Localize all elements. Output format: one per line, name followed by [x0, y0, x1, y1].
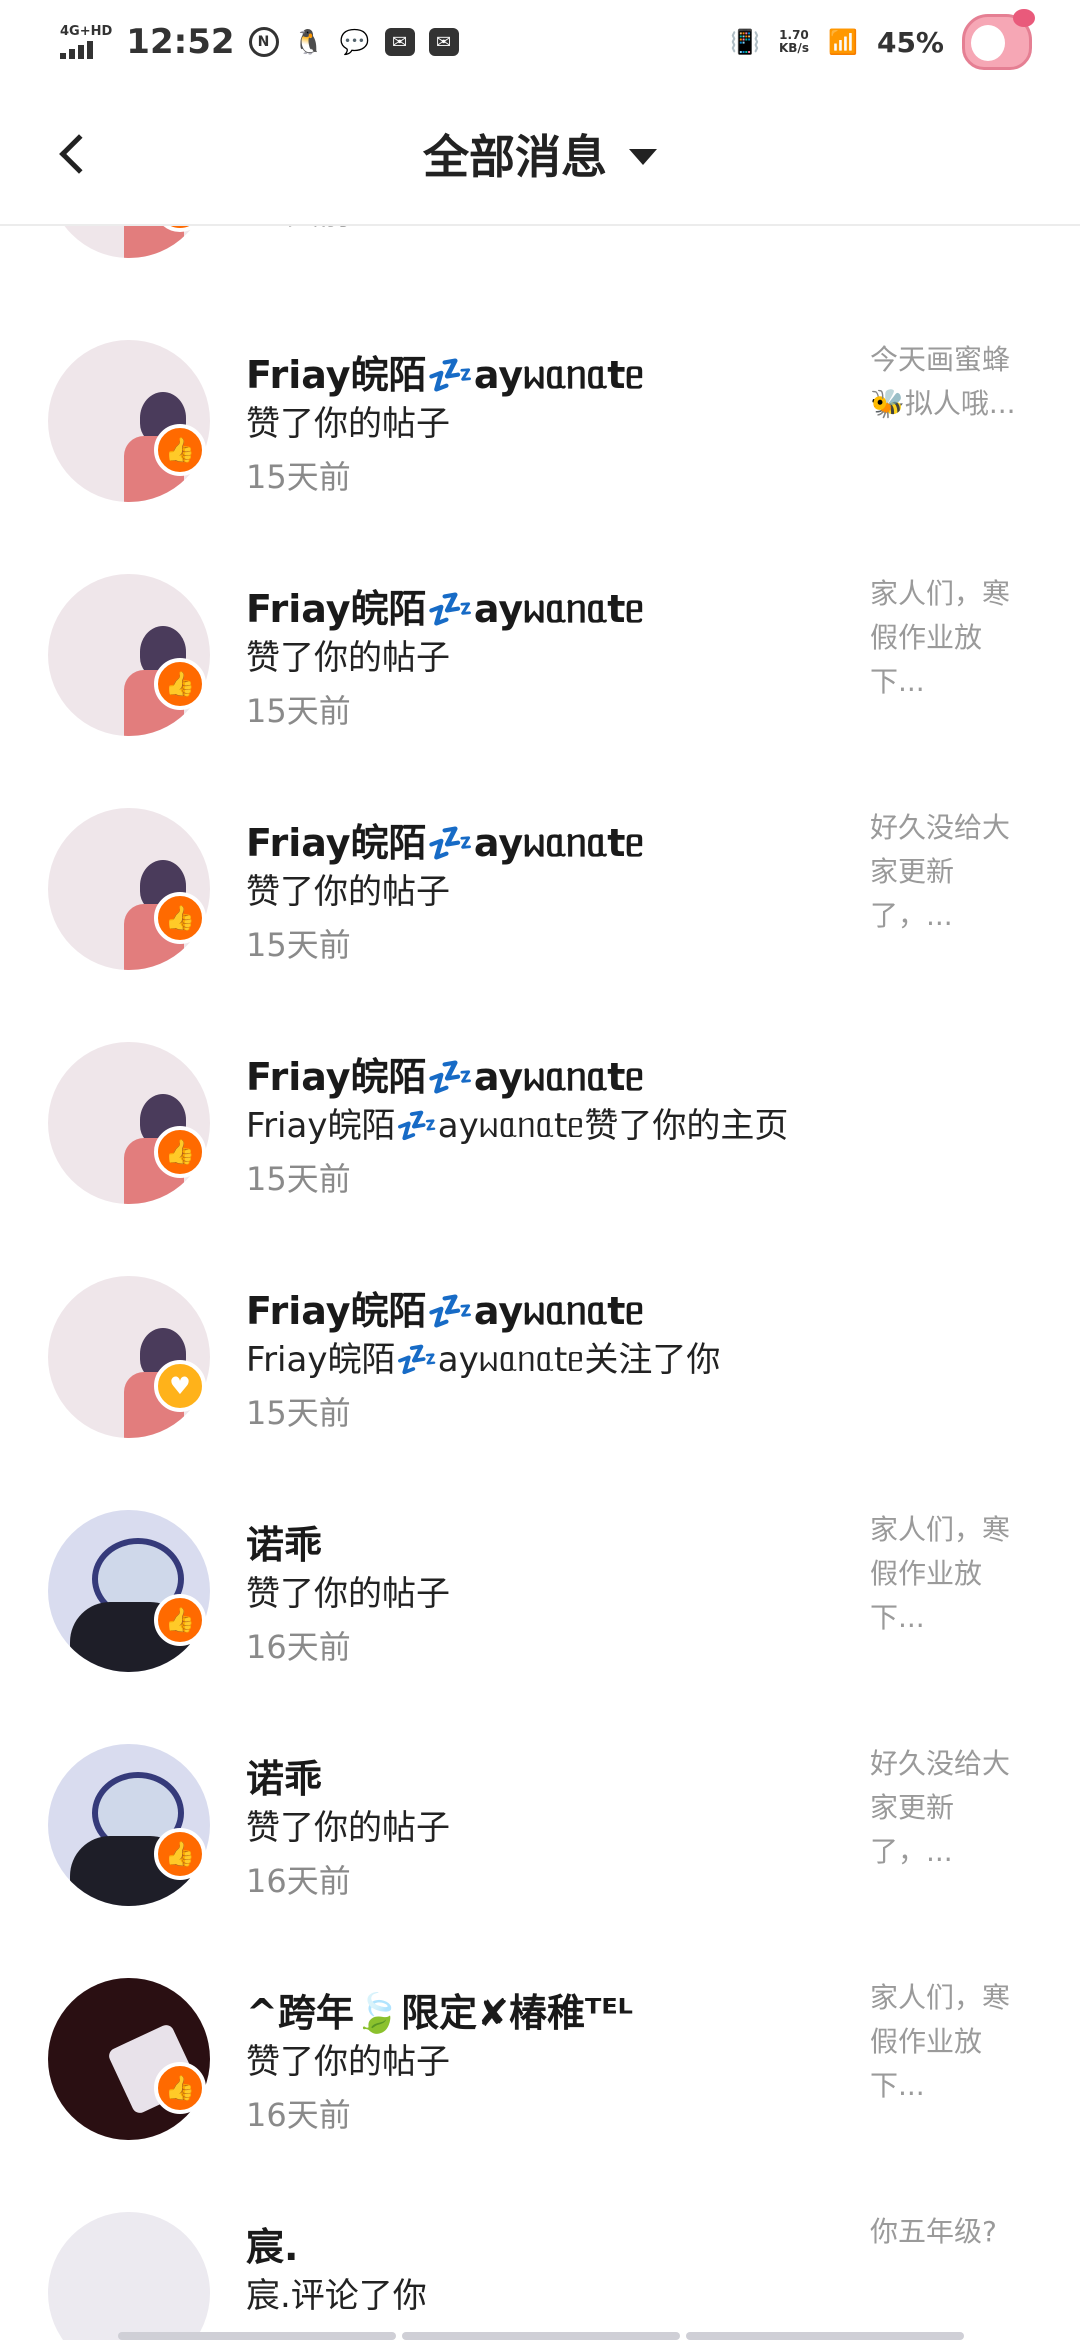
heart-icon: ♥: [154, 1360, 206, 1412]
vibrate-icon: 📳: [730, 28, 760, 56]
like-icon: 👍: [154, 892, 206, 944]
time-ago: 16天前: [246, 1628, 351, 1666]
chevron-left-icon: [59, 134, 99, 174]
mail-icon: ✉: [428, 28, 459, 56]
nfc-icon: N: [248, 27, 279, 57]
action-text: 赞了你的帖子: [246, 1808, 450, 1848]
post-preview[interactable]: 今天画蜜蜂🐝拟人哦...: [870, 338, 1030, 426]
post-preview[interactable]: 家人们，寒假作业放下...: [870, 572, 1030, 704]
status-bar: 4G+HD 12:52 N 🐧 💬 ✉ ✉ 📳 1.70 KB/s 📶 45%: [0, 0, 1080, 84]
post-preview[interactable]: 好久没给大家更新了，...: [870, 806, 1030, 938]
time-ago: 16天前: [246, 2096, 351, 2134]
user-name[interactable]: Friay皖陌💤ayᥕᥲᥒᥲtᥱ: [246, 344, 644, 399]
user-name[interactable]: ^跨年🍃限定✘椿稚ᵀᴱᴸ: [246, 1982, 633, 2037]
action-text: 赞了你的帖子: [246, 404, 450, 444]
avatar[interactable]: [48, 808, 210, 970]
back-button[interactable]: [44, 124, 104, 184]
list-item[interactable]: 👍 诺乖 赞了你的帖子 16天前 好久没给大家更新了，...: [0, 1744, 1080, 1978]
avatar[interactable]: [48, 574, 210, 736]
user-name[interactable]: Friay皖陌💤ayᥕᥲᥒᥲtᥱ: [246, 1046, 644, 1101]
like-icon: 👍: [154, 1594, 206, 1646]
time-ago: 15天前: [246, 1394, 351, 1432]
user-name[interactable]: Friay皖陌💤ayᥕᥲᥒᥲtᥱ: [246, 1280, 644, 1335]
post-preview[interactable]: 好久没给大家更新了，...: [870, 1742, 1030, 1874]
scroll-indicator: [118, 2332, 964, 2340]
time-ago: 15天前: [246, 926, 351, 964]
action-text: 赞了你的帖子: [246, 2042, 450, 2082]
user-name[interactable]: 诺乖: [246, 1748, 322, 1803]
action-text: Friay皖陌💤ayᥕᥲᥒᥲtᥱ赞了你的主页: [246, 1106, 789, 1146]
list-item[interactable]: 👍 诺乖 赞了你的帖子 16天前 家人们，寒假作业放下...: [0, 1510, 1080, 1744]
time-ago: 15天前: [246, 1160, 351, 1198]
avatar[interactable]: [48, 1510, 210, 1672]
avatar[interactable]: [48, 1042, 210, 1204]
list-item[interactable]: 👍 ^跨年🍃限定✘椿稚ᵀᴱᴸ 赞了你的帖子 16天前 家人们，寒假作业放下...: [0, 1978, 1080, 2212]
caret-down-icon: [629, 149, 657, 165]
message-filter-dropdown[interactable]: 全部消息: [423, 121, 657, 187]
avatar[interactable]: [48, 1744, 210, 1906]
list-item[interactable]: 宸. 宸.评论了你 16天前 你五年级?: [0, 2212, 1080, 2340]
network-type: 4G+HD: [60, 24, 113, 39]
list-item[interactable]: 👍 Friay皖陌💤ayᥕᥲᥒᥲtᥱ 赞了你的帖子 15天前 今天画蜜蜂🐝拟人哦…: [0, 340, 1080, 574]
user-name[interactable]: 诺乖: [246, 1514, 322, 1569]
speed-unit: KB/s: [778, 41, 809, 55]
action-text: 宸.评论了你: [246, 2276, 427, 2316]
clock: 12:52: [126, 22, 235, 62]
top-app-bar: 全部消息: [0, 84, 1080, 226]
action-text: Friay皖陌💤ayᥕᥲᥒᥲtᥱ关注了你: [246, 1340, 721, 1380]
user-name[interactable]: Friay皖陌💤ayᥕᥲᥒᥲtᥱ: [246, 812, 644, 867]
network-speed: 1.70 KB/s: [779, 29, 809, 55]
action-text: 赞了你的帖子: [246, 638, 450, 678]
wifi-icon: 📶: [828, 28, 858, 56]
time-ago: 16天前: [246, 1862, 351, 1900]
user-name[interactable]: Friay皖陌💤ayᥕᥲᥒᥲtᥱ: [246, 578, 644, 633]
battery-level: 45%: [876, 25, 944, 59]
post-preview[interactable]: 家人们，寒假作业放下...: [870, 1508, 1030, 1640]
cellular-signal-icon: 4G+HD: [60, 25, 112, 59]
like-icon: 👍: [154, 1126, 206, 1178]
mail-icon: ✉: [384, 28, 415, 56]
avatar[interactable]: [48, 1978, 210, 2140]
post-preview[interactable]: 家人们，寒假作业放下...: [870, 1976, 1030, 2108]
like-icon: 👍: [154, 424, 206, 476]
list-item[interactable]: 👍 Friay皖陌💤ayᥕᥲᥒᥲtᥱ Friay皖陌💤ayᥕᥲᥒᥲtᥱ赞了你的主…: [0, 1042, 1080, 1276]
list-item[interactable]: 👍 Friay皖陌💤ayᥕᥲᥒᥲtᥱ 赞了你的帖子 15天前 好久没给大家更新了…: [0, 808, 1080, 1042]
qq-icon: 🐧: [293, 28, 324, 56]
list-item[interactable]: 👍 15天前: [0, 226, 1080, 330]
page-title: 全部消息: [423, 130, 607, 184]
time-ago: 15天前: [246, 458, 351, 496]
notification-list[interactable]: 👍 15天前 👍 Friay皖陌💤ayᥕᥲᥒᥲtᥱ 赞了你的帖子 15天前 今天…: [0, 226, 1080, 2340]
wechat-icon: 💬: [339, 28, 370, 56]
like-icon: 👍: [154, 2062, 206, 2114]
list-item[interactable]: ♥ Friay皖陌💤ayᥕᥲᥒᥲtᥱ Friay皖陌💤ayᥕᥲᥒᥲtᥱ关注了你 …: [0, 1276, 1080, 1510]
hello-kitty-icon: [962, 9, 1035, 70]
action-text: 赞了你的帖子: [246, 1574, 450, 1614]
avatar[interactable]: [48, 1276, 210, 1438]
avatar[interactable]: [48, 2212, 210, 2340]
like-icon: 👍: [154, 658, 206, 710]
post-preview[interactable]: 你五年级?: [870, 2210, 1030, 2254]
action-text: 赞了你的帖子: [246, 872, 450, 912]
time-ago: 15天前: [246, 226, 351, 234]
list-item[interactable]: 👍 Friay皖陌💤ayᥕᥲᥒᥲtᥱ 赞了你的帖子 15天前 家人们，寒假作业放…: [0, 574, 1080, 808]
time-ago: 15天前: [246, 692, 351, 730]
user-name[interactable]: 宸.: [246, 2216, 298, 2271]
like-icon: 👍: [154, 1828, 206, 1880]
avatar[interactable]: [48, 340, 210, 502]
